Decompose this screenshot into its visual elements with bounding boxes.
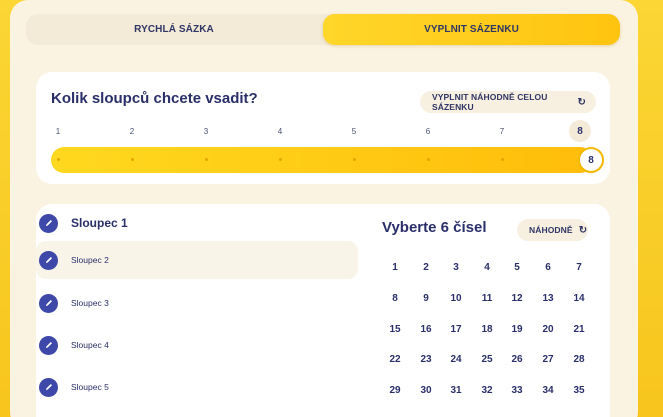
pencil-icon[interactable] (39, 293, 58, 313)
column-row[interactable]: Sloupec 5 (36, 368, 358, 406)
number-cell[interactable]: 21 (568, 324, 590, 335)
columns-count-title: Kolik sloupců chcete vsadit? (51, 90, 258, 107)
number-cell[interactable]: 29 (384, 385, 406, 396)
number-cell[interactable]: 12 (506, 293, 528, 304)
column-label: Sloupec 5 (71, 382, 109, 392)
slider-step-dot (205, 158, 208, 161)
scale-tick: 5 (351, 127, 357, 136)
number-cell[interactable]: 28 (568, 354, 590, 365)
number-cell[interactable]: 9 (415, 293, 437, 304)
scale-tick: 2 (129, 127, 135, 136)
number-cell[interactable]: 11 (476, 293, 498, 304)
number-cell[interactable]: 13 (537, 293, 559, 304)
number-cell[interactable]: 15 (384, 324, 406, 335)
number-cell[interactable]: 32 (476, 385, 498, 396)
number-cell[interactable]: 4 (476, 262, 498, 273)
column-count-selected-tick: 8 (569, 120, 591, 142)
columns-count-card: Kolik sloupců chcete vsadit? VYPLNIT NÁH… (36, 72, 610, 184)
scale-tick: 7 (499, 127, 505, 136)
column-label: Sloupec 4 (71, 340, 109, 350)
number-cell[interactable]: 24 (445, 354, 467, 365)
scale-tick: 4 (277, 127, 283, 136)
random-numbers-label: NÁHODNĚ (529, 225, 573, 235)
column-count-slider-handle[interactable]: 8 (578, 147, 604, 173)
refresh-icon: ↻ (578, 224, 588, 236)
pencil-icon[interactable] (39, 377, 58, 397)
number-cell[interactable]: 17 (445, 324, 467, 335)
number-cell[interactable]: 5 (506, 262, 528, 273)
tab-quick-bet[interactable]: RYCHLÁ SÁZKA (26, 14, 322, 45)
slider-step-dot (57, 158, 60, 161)
number-cell[interactable]: 8 (384, 293, 406, 304)
column-label: Sloupec 3 (71, 298, 109, 308)
number-cell[interactable]: 10 (445, 293, 467, 304)
number-cell[interactable]: 30 (415, 385, 437, 396)
number-cell[interactable]: 18 (476, 324, 498, 335)
scale-tick: 3 (203, 127, 209, 136)
number-cell[interactable]: 2 (415, 262, 437, 273)
fill-random-ticket-label: VYPLNIT NÁHODNĚ CELOU SÁZENKU (432, 92, 548, 112)
scale-tick: 1 (55, 127, 61, 136)
number-cell[interactable]: 3 (445, 262, 467, 273)
number-cell[interactable]: 26 (506, 354, 528, 365)
number-cell[interactable]: 6 (537, 262, 559, 273)
number-cell[interactable]: 20 (537, 324, 559, 335)
slider-step-dot (501, 158, 504, 161)
number-cell[interactable]: 1 (384, 262, 406, 273)
pencil-icon[interactable] (39, 213, 58, 233)
column-row[interactable]: Sloupec 1 (36, 204, 358, 242)
slider-step-dot (427, 158, 430, 161)
number-cell[interactable]: 16 (415, 324, 437, 335)
pencil-icon[interactable] (39, 335, 58, 355)
slider-step-dot (279, 158, 282, 161)
column-label: Sloupec 2 (71, 255, 109, 265)
slider-step-dot (131, 158, 134, 161)
column-row[interactable]: Sloupec 2 (36, 241, 358, 279)
random-numbers-button[interactable]: NÁHODNĚ ↻ (517, 219, 588, 241)
slider-step-dot (353, 158, 356, 161)
pencil-icon[interactable] (39, 250, 58, 270)
tab-fill-ticket[interactable]: VYPLNIT SÁZENKU (323, 14, 620, 45)
scale-tick: 6 (425, 127, 431, 136)
ticket-card: Sloupec 1 Sloupec 2 Sloupec 3 Sloupec 4 Slou… (36, 204, 610, 417)
number-cell[interactable]: 27 (537, 354, 559, 365)
number-cell[interactable]: 25 (476, 354, 498, 365)
number-picker-title: Vyberte 6 čísel (382, 219, 487, 236)
number-cell[interactable]: 14 (568, 293, 590, 304)
number-cell[interactable]: 7 (568, 262, 590, 273)
number-cell[interactable]: 23 (415, 354, 437, 365)
refresh-icon: ↻ (577, 96, 586, 108)
column-row[interactable]: Sloupec 3 (36, 284, 358, 322)
number-cell[interactable]: 35 (568, 385, 590, 396)
number-cell[interactable]: 19 (506, 324, 528, 335)
column-label: Sloupec 1 (71, 216, 128, 230)
number-cell[interactable]: 34 (537, 385, 559, 396)
bet-mode-tabs: RYCHLÁ SÁZKA VYPLNIT SÁZENKU (26, 14, 620, 45)
number-cell[interactable]: 31 (445, 385, 467, 396)
number-cell[interactable]: 33 (506, 385, 528, 396)
column-count-slider[interactable]: 8 (51, 147, 604, 173)
column-row[interactable]: Sloupec 4 (36, 326, 358, 364)
fill-random-ticket-button[interactable]: VYPLNIT NÁHODNĚ CELOU SÁZENKU ↻ (420, 91, 596, 113)
number-cell[interactable]: 22 (384, 354, 406, 365)
